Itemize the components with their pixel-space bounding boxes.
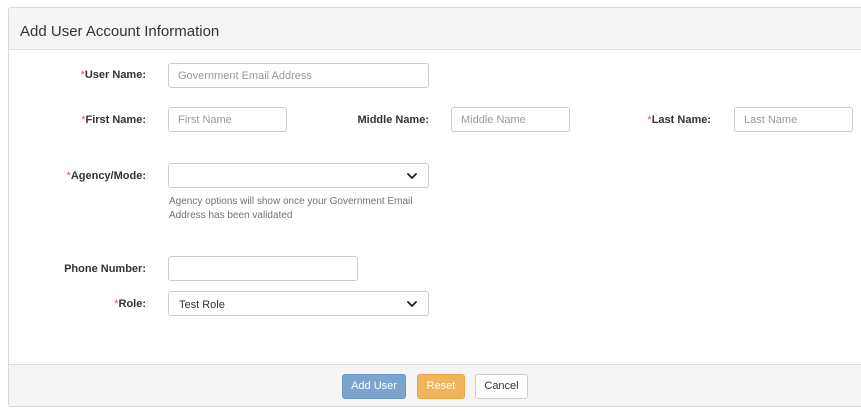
last-name-label-text: Last Name: xyxy=(651,114,711,126)
first-name-input[interactable] xyxy=(168,107,287,132)
reset-button[interactable]: Reset xyxy=(417,374,465,399)
panel-heading: Add User Account Information xyxy=(9,8,861,50)
role-label: *Role: xyxy=(114,297,146,311)
add-user-button[interactable]: Add User xyxy=(342,374,406,399)
user-name-input[interactable] xyxy=(168,63,429,88)
user-name-label: *User Name: xyxy=(81,68,146,82)
last-name-input[interactable] xyxy=(734,107,853,132)
panel-title: Add User Account Information xyxy=(20,23,220,40)
first-name-label: *First Name: xyxy=(81,113,146,127)
last-name-label: *Last Name: xyxy=(647,113,711,127)
role-selected: Test Role xyxy=(179,299,225,311)
agency-mode-label-text: Agency/Mode: xyxy=(70,170,146,182)
cancel-button[interactable]: Cancel xyxy=(475,374,528,399)
middle-name-label: Middle Name: xyxy=(357,114,429,126)
role-label-text: Role: xyxy=(118,298,147,310)
user-name-label-text: User Name: xyxy=(84,69,146,81)
agency-mode-help-text: Agency options will show once your Gover… xyxy=(169,196,413,221)
chevron-down-icon xyxy=(407,173,417,179)
agency-mode-select[interactable] xyxy=(168,163,429,188)
agency-mode-label: *Agency/Mode: xyxy=(67,169,146,183)
phone-number-input[interactable] xyxy=(168,256,358,281)
role-select[interactable]: Test Role xyxy=(168,291,429,316)
first-name-label-text: First Name: xyxy=(85,114,146,126)
middle-name-input[interactable] xyxy=(451,107,570,132)
chevron-down-icon xyxy=(407,301,417,307)
phone-number-label: Phone Number: xyxy=(64,263,146,275)
